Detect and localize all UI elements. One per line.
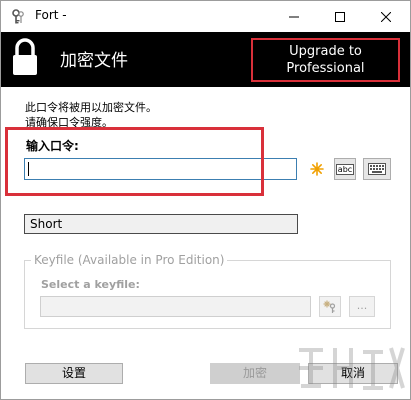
watermark-logo (299, 347, 405, 390)
keyfile-group (24, 260, 391, 329)
key-star-icon (323, 299, 336, 313)
description-line-2: 请确保口令强度。 (25, 116, 113, 129)
password-label: 输入口令: (26, 139, 79, 153)
show-password-button[interactable]: abc (334, 158, 356, 180)
browse-label: ... (356, 299, 368, 312)
settings-button-label: 设置 (61, 366, 86, 380)
minimize-button[interactable] (271, 1, 317, 32)
virtual-keyboard-button[interactable] (363, 158, 391, 180)
close-icon (381, 11, 391, 22)
settings-button[interactable]: 设置 (25, 363, 123, 384)
keyboard-icon (368, 163, 386, 175)
title-bar: Fort - (1, 1, 410, 32)
header-banner: 加密文件 Upgrade to Professional (1, 32, 410, 87)
keyfile-generate-button[interactable] (319, 296, 341, 317)
keyfile-label: Select a keyfile: (41, 278, 140, 291)
encrypt-button-label: 加密 (242, 366, 267, 380)
window-title: Fort - (35, 8, 67, 22)
password-strength-indicator: Short (24, 214, 298, 234)
fort-window: Fort - 加密文件 Upgrade to Professional 此口令将… (0, 0, 411, 400)
keyfile-group-legend: Keyfile (Available in Pro Edition) (31, 253, 228, 267)
password-input[interactable] (24, 158, 297, 180)
maximize-button[interactable] (317, 1, 363, 32)
strength-value: Short (30, 217, 63, 231)
lock-icon (13, 38, 37, 75)
key-app-icon (12, 9, 24, 24)
upgrade-button-label: Upgrade to Professional (286, 44, 365, 76)
star-icon (310, 162, 324, 176)
abc-icon: abc (335, 163, 355, 175)
page-title: 加密文件 (60, 51, 128, 71)
minimize-icon (289, 16, 299, 17)
keyfile-browse-button[interactable]: ... (349, 296, 375, 317)
generate-password-button[interactable] (306, 158, 328, 180)
encrypt-button[interactable]: 加密 (210, 363, 300, 384)
upgrade-button[interactable]: Upgrade to Professional (251, 38, 400, 82)
text-caret (28, 162, 29, 176)
keyfile-input[interactable] (40, 296, 311, 317)
maximize-icon (335, 11, 345, 22)
description-line-1: 此口令将被用以加密文件。 (25, 101, 157, 114)
close-button[interactable] (363, 1, 409, 32)
